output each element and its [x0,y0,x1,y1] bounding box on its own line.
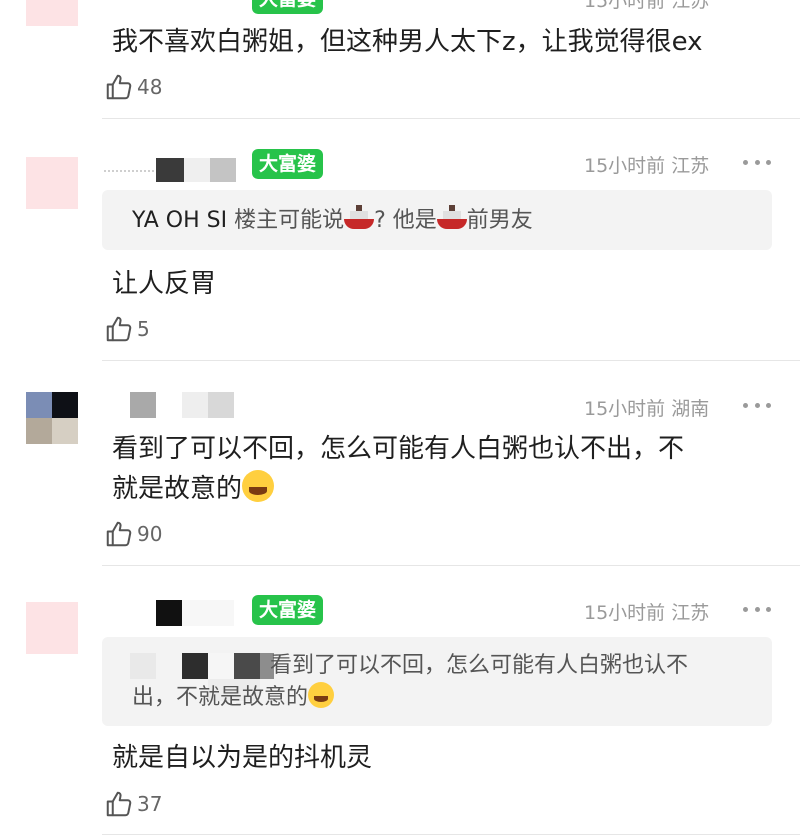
thumbs-up-icon [106,791,132,817]
quote-part: 楼主可能说 [234,208,345,233]
comment-meta: 15小时前 江苏 [584,151,709,178]
comment-location: 江苏 [671,155,710,177]
avatar[interactable] [26,157,78,209]
quote-text: 出，不就是故意的 [132,682,335,713]
quote-part: ? 他是 [374,208,437,233]
like-count: 5 [137,317,150,341]
comment-text: 就是自以为是的抖机灵 [112,743,373,773]
sweat-smile-emoji [308,682,335,708]
thumbs-up-icon [106,521,132,547]
comment-meta: 15小时前 江苏 [584,598,709,625]
comment-text: 让人反胃 [112,269,217,299]
username-mosaic[interactable] [104,156,244,182]
like-count: 90 [137,522,163,546]
avatar[interactable] [26,0,78,26]
comment-text-line: 就是故意的 [112,474,243,504]
like-button[interactable]: 90 [104,519,162,549]
divider [102,118,800,119]
user-badge: 大富婆 [252,0,324,14]
username-mosaic[interactable] [130,392,240,418]
comment-text: 我不喜欢白粥姐，但这种男人太下z，让我觉得很ex [112,27,703,57]
quote-author: YA OH SI [132,208,228,233]
ship-emoji [344,205,375,231]
thumbs-up-icon [106,316,132,342]
thumbs-up-icon [106,74,132,100]
quoted-reply[interactable]: 看到了可以不回，怎么可能有人白粥也认不 出，不就是故意的 [102,637,772,726]
sweat-smile-emoji [242,470,275,502]
comment-time: 15小时前 [584,602,666,624]
quote-text: 看到了可以不回，怎么可能有人白粥也认不 [270,653,689,678]
divider [102,360,800,361]
comment-time: 15小时前 [584,0,666,12]
user-badge: 大富婆 [252,595,324,625]
comment-location: 江苏 [671,0,710,12]
comment-meta: 15小时前 江苏 [584,0,709,13]
like-count: 37 [137,792,163,816]
user-badge: 大富婆 [252,149,324,179]
comment-text: 就是故意的 [112,469,275,509]
more-dots-icon[interactable] [743,402,771,408]
more-dots-icon[interactable] [743,606,771,612]
ship-emoji [436,205,467,231]
avatar[interactable] [26,392,78,444]
like-button[interactable]: 5 [104,314,150,344]
like-button[interactable]: 48 [104,72,162,102]
quoted-reply[interactable]: YA OH SI 楼主可能说 ? 他是 前男友 [102,190,772,250]
avatar[interactable] [26,602,78,654]
divider [102,834,800,835]
like-count: 48 [137,75,163,99]
comment-location: 湖南 [671,398,710,420]
comment-time: 15小时前 [584,398,666,420]
comment-text: 看到了可以不回，怎么可能有人白粥也认不出，不 [112,434,685,464]
more-dots-icon[interactable] [743,159,771,165]
quote-part: 前男友 [466,208,533,233]
comment-meta: 15小时前 湖南 [584,394,709,421]
comment-time: 15小时前 [584,155,666,177]
quote-text: YA OH SI 楼主可能说 ? 他是 前男友 [132,205,533,236]
username-mosaic[interactable] [130,600,250,626]
like-button[interactable]: 37 [104,789,162,819]
quote-text-line: 出，不就是故意的 [132,685,309,710]
comment-location: 江苏 [671,602,710,624]
divider [102,565,800,566]
